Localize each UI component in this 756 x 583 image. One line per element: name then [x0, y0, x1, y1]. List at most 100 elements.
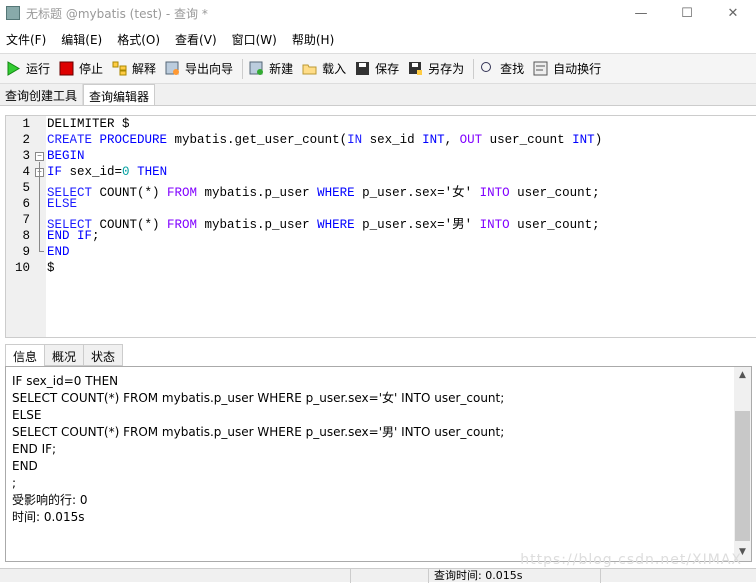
menu-item[interactable]: 格式(O) [115, 31, 162, 48]
toolbar-label: 停止 [79, 62, 104, 76]
save-as-icon [408, 61, 423, 76]
code-token: COUNT(*) [92, 218, 168, 232]
line-number: 1 [22, 117, 30, 131]
code-token: mybatis.get_user_count( [167, 133, 348, 147]
menu-item[interactable]: 窗口(W) [230, 31, 279, 48]
message-line: ; [12, 476, 17, 490]
scroll-thumb[interactable] [735, 411, 750, 541]
toolbar: 运行 停止 解释 导出向导 新建 载入 保存 另存为 查找 自动换行 [0, 54, 756, 84]
code-line: BEGIN [47, 149, 85, 163]
code-line: END IF; [47, 229, 100, 243]
vertical-scrollbar[interactable]: ▲ ▼ [734, 367, 751, 561]
code-token: DELIMITER $ [47, 117, 130, 131]
tab-query-builder[interactable]: 查询创建工具 [0, 84, 84, 105]
code-token: WHERE [317, 186, 355, 200]
message-line: 时间: 0.015s [12, 510, 85, 524]
tab-info[interactable]: 信息 [5, 344, 46, 366]
new-icon [249, 61, 264, 76]
code-token: OUT [459, 133, 483, 147]
message-line: IF sex_id=0 THEN [12, 374, 119, 388]
minimize-button[interactable]: — [618, 0, 664, 26]
code-token: user_count [482, 133, 573, 147]
scroll-up-icon[interactable]: ▲ [734, 367, 751, 384]
code-token: $ [47, 261, 55, 275]
code-token: INTO [479, 218, 510, 232]
line-number: 4 [22, 165, 30, 179]
code-line: DELIMITER $ [47, 117, 130, 131]
code-line: IF sex_id=0 THEN [47, 165, 167, 179]
code-token: COUNT(*) [92, 186, 168, 200]
toolbar-export-wizard-button[interactable]: 导出向导 [165, 60, 233, 77]
editor-tabs: 查询创建工具 查询编辑器 [0, 84, 756, 106]
toolbar-label: 自动换行 [553, 62, 602, 76]
code-line: ELSE [47, 197, 77, 211]
line-number: 3 [22, 149, 30, 163]
toolbar-word-wrap-button[interactable]: 自动换行 [533, 60, 601, 77]
toolbar-save-as-button[interactable]: 另存为 [408, 60, 464, 77]
code-token: PROCEDURE [99, 133, 168, 147]
tab-overview[interactable]: 概况 [44, 344, 85, 366]
toolbar-label: 导出向导 [185, 62, 234, 76]
code-token: INT [572, 133, 595, 147]
code-token: END [47, 245, 70, 259]
menu-item[interactable]: 帮助(H) [290, 31, 336, 48]
code-token: , [444, 133, 460, 147]
code-token: ; [92, 229, 100, 243]
toolbar-label: 另存为 [428, 62, 465, 76]
fold-toggle-icon[interactable]: − [35, 152, 44, 161]
code-token: user_count; [509, 186, 600, 200]
line-number: 2 [22, 133, 30, 147]
line-number: 7 [22, 213, 30, 227]
export-wizard-icon [165, 61, 180, 76]
word-wrap-icon [533, 61, 548, 76]
message-line: SELECT COUNT(*) FROM mybatis.p_user WHER… [12, 391, 505, 405]
menu-bar: 文件(F) 编辑(E) 格式(O) 查看(V) 窗口(W) 帮助(H) [0, 26, 756, 54]
stop-icon [59, 61, 74, 76]
code-token: sex_id [362, 133, 423, 147]
code-line: $ [47, 261, 55, 275]
sql-editor[interactable]: − − 1DELIMITER $2CREATE PROCEDURE mybati… [5, 115, 756, 338]
code-token: mybatis.p_user [197, 186, 318, 200]
toolbar-search-button[interactable]: 查找 [480, 60, 524, 77]
menu-item[interactable]: 编辑(E) [59, 31, 104, 48]
message-line: END [12, 459, 38, 473]
menu-item[interactable]: 文件(F) [4, 31, 48, 48]
toolbar-label: 载入 [322, 62, 347, 76]
line-number: 8 [22, 229, 30, 243]
message-line: SELECT COUNT(*) FROM mybatis.p_user WHER… [12, 425, 505, 439]
toolbar-label: 查找 [500, 62, 525, 76]
tab-status[interactable]: 状态 [83, 344, 124, 366]
toolbar-folder-open-button[interactable]: 载入 [302, 60, 346, 77]
code-token: mybatis.p_user [197, 218, 318, 232]
code-token: CREATE [47, 133, 93, 147]
toolbar-run-button[interactable]: 运行 [6, 60, 50, 77]
code-token: IN [347, 133, 363, 147]
code-token: 0 [122, 165, 130, 179]
run-icon [6, 61, 21, 76]
code-token: p_user.sex='男' [354, 218, 480, 232]
close-button[interactable]: ✕ [710, 0, 756, 26]
code-token: user_count; [509, 218, 600, 232]
code-token: ELSE [47, 197, 78, 211]
toolbar-explain-button[interactable]: 解释 [112, 60, 156, 77]
menu-item[interactable]: 查看(V) [173, 31, 219, 48]
toolbar-save-button[interactable]: 保存 [355, 60, 399, 77]
toolbar-label: 运行 [26, 62, 51, 76]
window-title: 无标题 @mybatis (test) - 查询 * [26, 6, 208, 21]
code-line: END [47, 245, 70, 259]
app-icon [6, 6, 20, 20]
watermark: https://blog.csdn.net/XIMAX [520, 552, 742, 568]
toolbar-label: 解释 [132, 62, 157, 76]
status-bar: 查询时间: 0.015s [0, 568, 756, 583]
toolbar-stop-button[interactable]: 停止 [59, 60, 103, 77]
explain-icon [112, 61, 127, 76]
tab-query-editor[interactable]: 查询编辑器 [83, 84, 156, 105]
code-token: THEN [137, 165, 168, 179]
maximize-button[interactable]: ☐ [664, 0, 710, 26]
code-token: INT [422, 133, 445, 147]
code-token: p_user.sex='女' [354, 186, 480, 200]
toolbar-new-button[interactable]: 新建 [249, 60, 293, 77]
message-panel: IF sex_id=0 THEN SELECT COUNT(*) FROM myb… [5, 366, 752, 562]
code-token: IF [47, 165, 63, 179]
message-line: END IF; [12, 442, 57, 456]
